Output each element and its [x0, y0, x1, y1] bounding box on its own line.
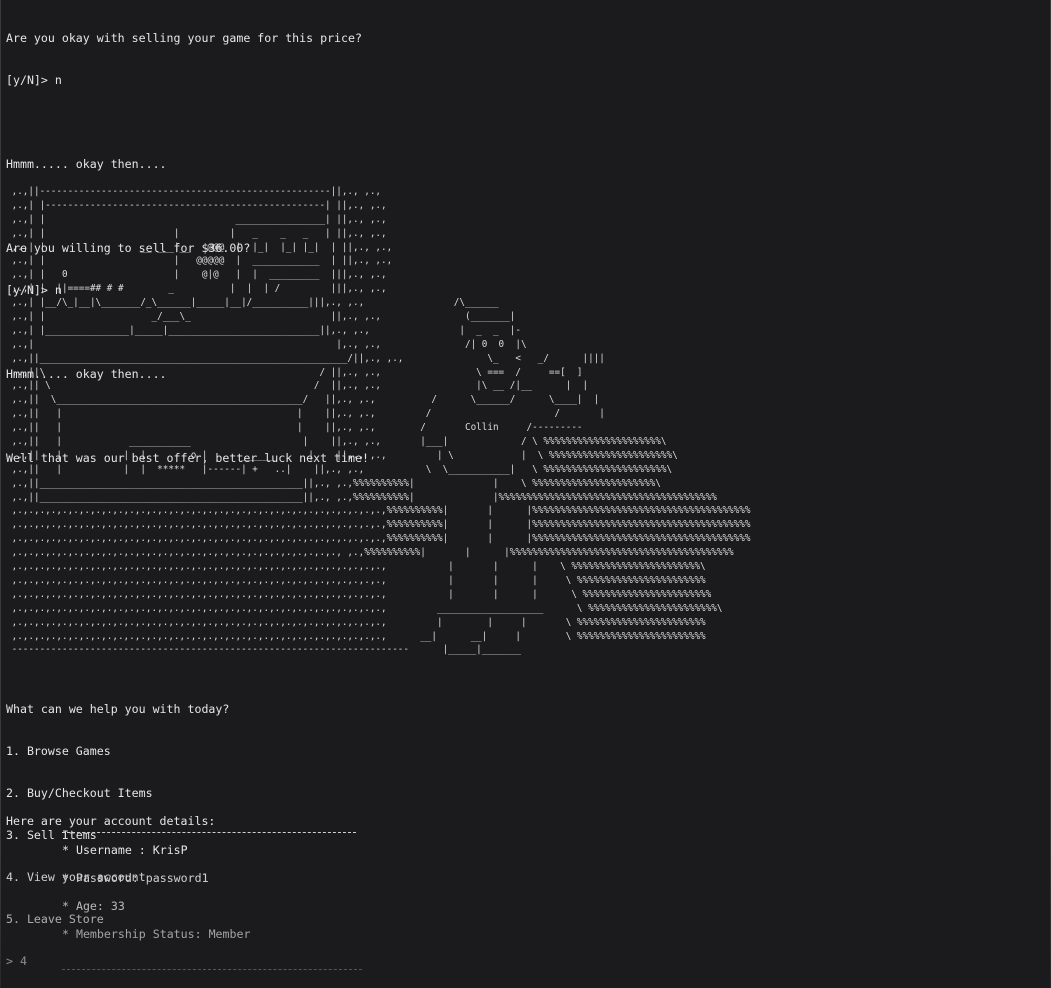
ascii-art-line: ----------------------------------------…	[6, 644, 521, 656]
account-username: * Username : KrisP	[62, 843, 188, 857]
ascii-art-line: ,.,.,.,.,.,.,.,.,.,.,.,.,.,.,.,.,.,.,.,.…	[6, 547, 734, 559]
ascii-art-line: ,.,.,.,.,.,.,.,.,.,.,.,.,.,.,.,.,.,.,.,.…	[6, 561, 706, 573]
ascii-art-line: ,.,|| | | | o | ______ | ||,., ,., | \ |…	[6, 449, 678, 461]
ascii-art-line: ,.,||-----------------------------------…	[6, 186, 382, 197]
ascii-art-line: ,.,.,.,.,.,.,.,.,.,.,.,.,.,.,.,.,.,.,.,.…	[6, 505, 751, 517]
account-password: * Password: password1	[62, 871, 209, 885]
ascii-art-line: ,.,|| | | ||,., ,., / / |	[6, 408, 605, 420]
ascii-art-line: ,.,|| | ___________ | ||,., ,., |___| / …	[6, 436, 667, 448]
ascii-art-line: ,.,.,.,.,.,.,.,.,.,.,.,.,.,.,.,.,.,.,.,.…	[6, 574, 706, 586]
ascii-art-line: ,.,| |__/\_|__|\_______/_\______|_____|_…	[6, 297, 499, 309]
ascii-art-line: ,.,.,.,.,.,.,.,.,.,.,.,.,.,.,.,.,.,.,.,.…	[6, 588, 712, 600]
ascii-art-line: ,.,| | | | _ _ _ | ||,., ,.,	[6, 227, 387, 239]
sell-confirm-answer: [y/N]> n	[6, 73, 62, 87]
ascii-art-line: ,.,|| | | ||,., ,., / Collin /---------	[6, 422, 583, 434]
menu-prompt: What can we help you with today?	[6, 702, 230, 716]
sell-confirm-prompt: Are you okay with selling your game for …	[6, 31, 362, 45]
terminal-window[interactable]: Are you okay with selling your game for …	[0, 0, 1051, 988]
ascii-art-line: ,.,|| \ / ||,., ,., |\ __ /|__ | |	[6, 380, 589, 392]
menu-item-browse-games: 1. Browse Games	[6, 744, 111, 758]
ascii-art-line: ,.,.,.,.,.,.,.,.,.,.,.,.,.,.,.,.,.,.,.,.…	[6, 533, 751, 545]
ascii-art-line: ,.,||___________________________________…	[6, 477, 661, 489]
ascii-art-line: ,.,| | 0 | @|@ | | _________ |||,., ,.,	[6, 269, 387, 281]
ascii-art-line: ,.,| | ||====## # # _ | | | / |||,., ,.,	[6, 283, 387, 295]
ascii-art-line: ,.,| | __ ___|__ @@@ | |_| |_| |_| | ||,…	[6, 241, 393, 253]
ascii-art-line: ,.,|| | | | ***** |------| + ..| ||,., ,…	[6, 463, 673, 475]
ascii-art-line: ,.,| | _/___\_ ||,., ,., (_______|	[6, 311, 516, 323]
ascii-art-line: ,.,|| \_________________________________…	[6, 394, 600, 406]
ascii-art-line: ,.,| | ________________| ||,., ,.,	[6, 213, 387, 225]
clerk-reply: Hmmm..... okay then....	[6, 157, 167, 171]
ascii-art-line: ,.,| |_______________|_____|____________…	[6, 324, 521, 336]
ascii-art-line: ,.,||\ / ||,., ,., \ === / ==[ ]	[6, 366, 583, 378]
account-bottom-divider	[62, 969, 362, 970]
account-details-card: * Username : KrisP * Password: password1…	[62, 826, 362, 970]
ascii-art-line: ,.,.,.,.,.,.,.,.,.,.,.,.,.,.,.,.,.,.,.,.…	[6, 602, 723, 614]
ascii-art-line: ,.,| |,., ,., /| 0 0 |\	[6, 338, 527, 350]
ascii-art-line: ,.,| |----------------------------------…	[6, 199, 387, 211]
store-ascii-art: ,.,||-----------------------------------…	[6, 185, 751, 657]
ascii-art-line: ,.,| | | @@@@@ | ____________ | ||,., ,.…	[6, 255, 393, 267]
ascii-art-line: ,.,||___________________________________…	[6, 491, 717, 503]
ascii-art-line: ,.,.,.,.,.,.,.,.,.,.,.,.,.,.,.,.,.,.,.,.…	[6, 519, 751, 531]
ascii-art-line: ,.,||___________________________________…	[6, 352, 605, 364]
ascii-art-line: ,.,.,.,.,.,.,.,.,.,.,.,.,.,.,.,.,.,.,.,.…	[6, 630, 706, 642]
account-membership: * Membership Status: Member	[62, 927, 251, 941]
account-age: * Age: 33	[62, 899, 125, 913]
ascii-art-line: ,.,.,.,.,.,.,.,.,.,.,.,.,.,.,.,.,.,.,.,.…	[6, 616, 706, 628]
